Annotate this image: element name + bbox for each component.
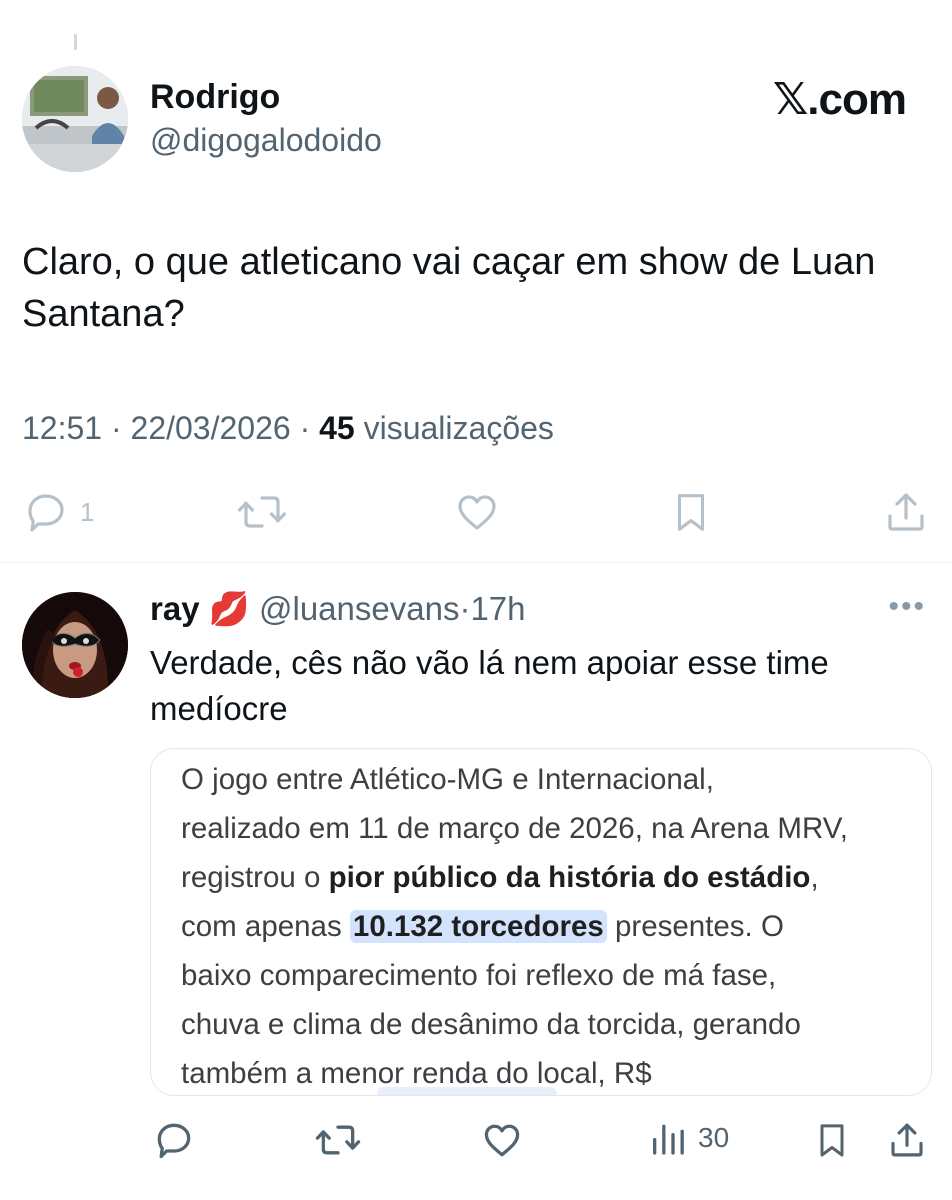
top-indicator — [74, 34, 77, 50]
reply-author-name[interactable]: ray — [150, 590, 200, 627]
kiss-emoji: 💋 — [208, 590, 250, 627]
reply-text: Verdade, cês não vão lá nem apoiar esse … — [150, 644, 829, 727]
card-line: O jogo entre Atlético-MG e Internacional… — [181, 763, 714, 796]
attached-image-text: O jogo entre Atlético-MG e Internacional… — [181, 755, 911, 1095]
reply-author-handle[interactable]: @luansevans — [259, 590, 459, 627]
tweet-text: Claro, o que atleticano vai caçar em sho… — [22, 241, 876, 335]
avatar-photo — [22, 66, 128, 172]
like-icon — [458, 495, 496, 530]
retweet-button[interactable] — [314, 1118, 362, 1162]
card-text-segment: registrou o — [181, 861, 329, 894]
share-icon — [891, 1123, 923, 1157]
reply-icon — [28, 494, 64, 532]
avatar[interactable] — [22, 66, 128, 172]
views-icon — [653, 1124, 684, 1155]
bookmark-button[interactable] — [812, 1118, 852, 1162]
attached-image[interactable]: O jogo entre Atlético-MG e Internacional… — [150, 748, 932, 1096]
meta-separator: · — [110, 410, 131, 446]
card-line: baixo comparecimento foi reflexo de má f… — [181, 959, 777, 992]
card-line: chuva e clima de desânimo da torcida, ge… — [181, 1008, 801, 1041]
reply-header: ray 💋 @luansevans·17h — [150, 590, 526, 629]
like-icon — [484, 1124, 520, 1157]
bookmark-button[interactable] — [668, 488, 714, 536]
views-count: 45 — [319, 410, 355, 446]
time-separator: · — [459, 590, 471, 627]
reply-avatar[interactable] — [22, 592, 128, 698]
views-label: visualizações — [363, 410, 554, 446]
reply-count: 1 — [80, 496, 95, 527]
like-button[interactable] — [480, 1118, 524, 1162]
more-options-icon[interactable]: ••• — [888, 590, 926, 624]
bookmark-icon — [677, 494, 705, 531]
card-text-segment: presentes. O — [606, 910, 784, 943]
share-button[interactable] — [886, 1118, 928, 1162]
card-highlight-text: 10.132 torcedores — [349, 910, 607, 943]
tweet-meta: 12:51 · 22/03/2026 · 45 visualizações — [22, 410, 554, 447]
reply-button[interactable]: 1 — [22, 488, 94, 536]
card-text-segment: , — [810, 861, 819, 894]
cut-highlight — [377, 1087, 557, 1095]
card-bold-text: pior público da história do estádio — [328, 861, 811, 894]
meta-separator: · — [299, 410, 320, 446]
tweet-date[interactable]: 22/03/2026 — [131, 410, 291, 446]
tweet-time[interactable]: 12:51 — [22, 410, 102, 446]
share-button[interactable] — [882, 488, 930, 536]
card-line: com apenas 10.132 torcedores presentes. … — [181, 902, 911, 951]
card-line: registrou o pior público da história do … — [181, 853, 911, 902]
reply-icon — [157, 1123, 191, 1159]
retweet-icon — [237, 496, 287, 528]
reply-avatar-photo — [22, 592, 128, 698]
reply-button[interactable] — [152, 1118, 196, 1162]
card-line: realizado em 11 de março de 2026, na Are… — [181, 812, 848, 845]
reply-time[interactable]: 17h — [470, 590, 525, 627]
author-name[interactable]: Rodrigo — [150, 78, 280, 117]
views-button[interactable]: 30 — [648, 1118, 729, 1158]
x-logo: 𝕏.com — [772, 75, 907, 124]
author-handle[interactable]: @digogalodoido — [150, 122, 382, 159]
bookmark-icon — [820, 1124, 844, 1157]
divider — [0, 562, 952, 563]
card-text-segment: com apenas — [181, 910, 350, 943]
views-count: 30 — [698, 1122, 730, 1153]
share-icon — [888, 493, 924, 531]
retweet-button[interactable] — [236, 488, 288, 536]
retweet-icon — [315, 1125, 361, 1155]
like-button[interactable] — [452, 488, 502, 536]
